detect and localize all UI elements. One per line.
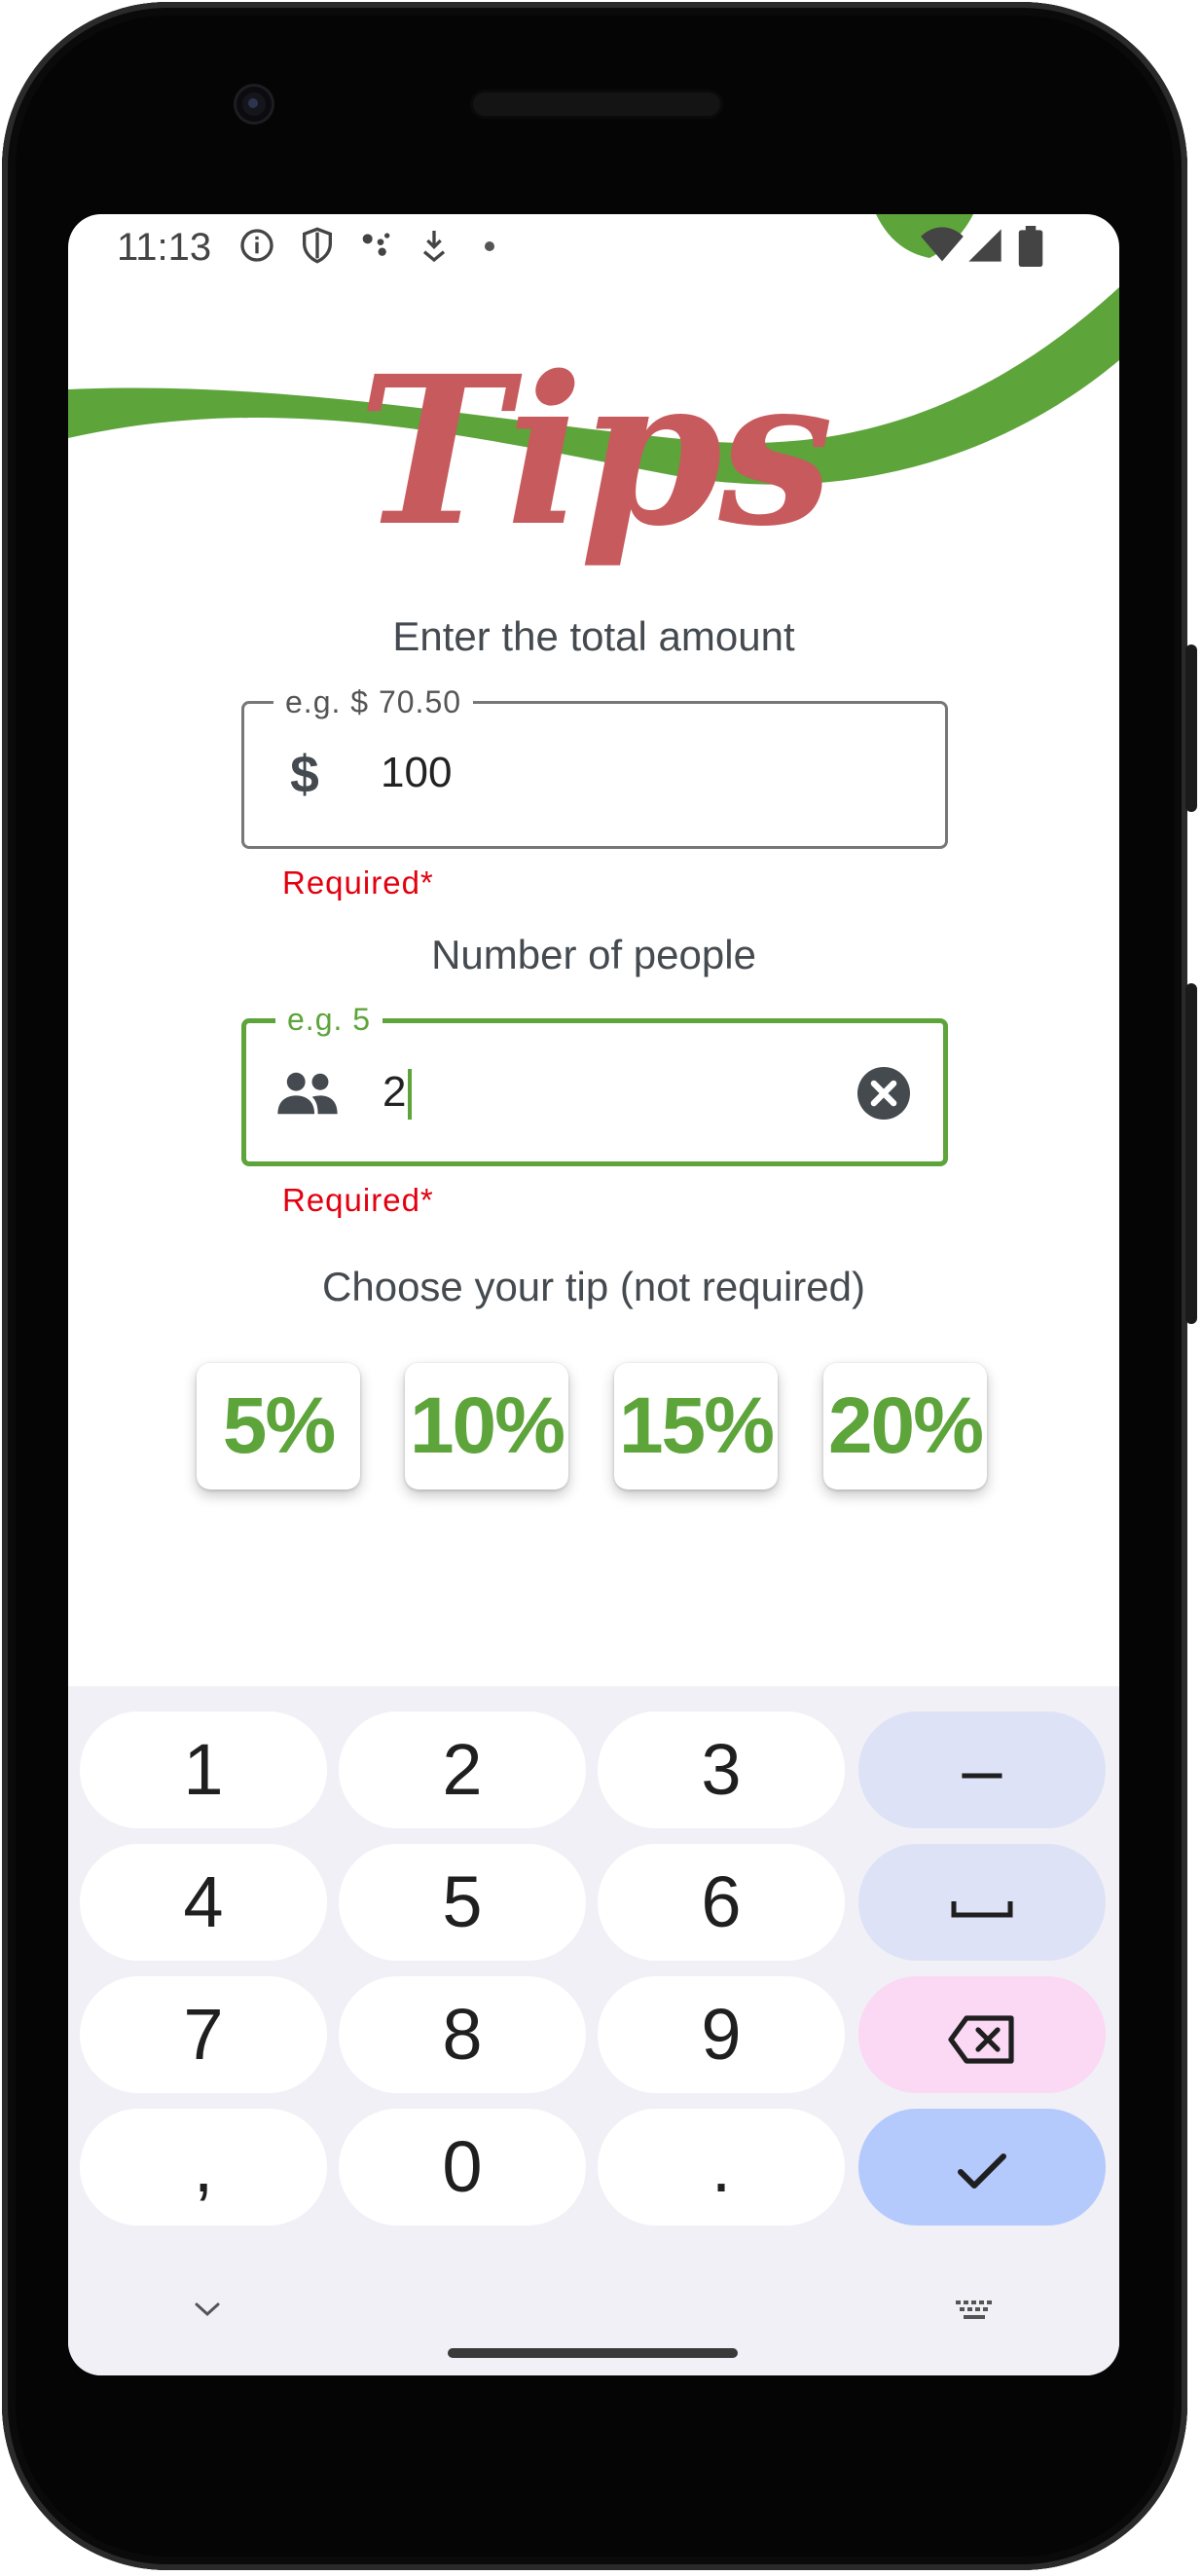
key-4[interactable]: 4 xyxy=(80,1844,327,1961)
key-9[interactable]: 9 xyxy=(598,1976,845,2093)
front-camera xyxy=(237,87,272,122)
key-done[interactable] xyxy=(858,2109,1106,2226)
key-5[interactable]: 5 xyxy=(339,1844,586,1961)
key-comma[interactable]: , xyxy=(80,2109,327,2226)
download-icon xyxy=(422,231,446,263)
shield-icon xyxy=(303,227,332,264)
clear-icon[interactable] xyxy=(857,1067,910,1120)
power-button xyxy=(1185,644,1197,812)
info-icon xyxy=(240,229,273,262)
status-time: 11:13 xyxy=(117,226,212,269)
tip-10-button[interactable]: 10% xyxy=(405,1363,568,1490)
key-backspace[interactable] xyxy=(858,1976,1106,2093)
signal-icon xyxy=(968,229,1002,262)
amount-value: 100 xyxy=(381,749,453,796)
key-8[interactable]: 8 xyxy=(339,1976,586,2093)
checkmark-icon xyxy=(958,2153,1006,2190)
space-icon xyxy=(951,1901,1013,1918)
dollar-icon: $ xyxy=(290,747,319,804)
key-2[interactable]: 2 xyxy=(339,1711,586,1828)
amount-placeholder: e.g. $ 70.50 xyxy=(273,684,474,720)
people-input[interactable]: e.g. 5 2 xyxy=(241,1002,948,1166)
people-value: 2 xyxy=(382,1068,407,1116)
amount-error: Required* xyxy=(282,865,434,901)
dot-icon xyxy=(485,241,494,251)
tip-5-button[interactable]: 5% xyxy=(197,1363,360,1490)
battery-icon xyxy=(1018,226,1043,267)
key-3[interactable]: 3 xyxy=(598,1711,845,1828)
volume-button xyxy=(1185,983,1197,1324)
people-error: Required* xyxy=(282,1182,434,1218)
people-placeholder: e.g. 5 xyxy=(275,1002,383,1038)
people-value-wrap: 2 xyxy=(382,1068,413,1121)
text-caret xyxy=(408,1069,413,1121)
svg-text:$: $ xyxy=(290,747,319,804)
assistant-icon xyxy=(362,233,390,256)
numeric-keyboard: 1 2 3 – 4 5 6 7 8 9 , 0 . xyxy=(68,1686,1119,2375)
tip-15-button[interactable]: 15% xyxy=(614,1363,778,1490)
key-6[interactable]: 6 xyxy=(598,1844,845,1961)
key-0[interactable]: 0 xyxy=(339,2109,586,2226)
key-period[interactable]: . xyxy=(598,2109,845,2226)
tip-20-button[interactable]: 20% xyxy=(823,1363,987,1490)
amount-label: Enter the total amount xyxy=(392,613,795,659)
key-7[interactable]: 7 xyxy=(80,1976,327,2093)
amount-input[interactable]: e.g. $ 70.50 $ 100 xyxy=(241,684,948,849)
screen: 11:13 Tips Enter the total amount e.g. $… xyxy=(68,214,1119,2375)
keyboard-switch-icon[interactable] xyxy=(954,2298,997,2325)
app-title: Tips xyxy=(357,331,833,571)
people-icon xyxy=(277,1072,338,1115)
key-space[interactable] xyxy=(858,1844,1106,1961)
key-1[interactable]: 1 xyxy=(80,1711,327,1828)
tip-label: Choose your tip (not required) xyxy=(322,1264,865,1309)
chevron-down-icon[interactable] xyxy=(191,2298,224,2321)
home-indicator[interactable] xyxy=(448,2348,738,2358)
key-minus[interactable]: – xyxy=(858,1711,1106,1828)
status-bar: 11:13 xyxy=(68,214,1119,282)
backspace-icon xyxy=(948,2015,1014,2065)
wifi-icon xyxy=(921,227,964,262)
people-label: Number of people xyxy=(431,932,756,977)
earpiece-speaker xyxy=(470,90,723,119)
